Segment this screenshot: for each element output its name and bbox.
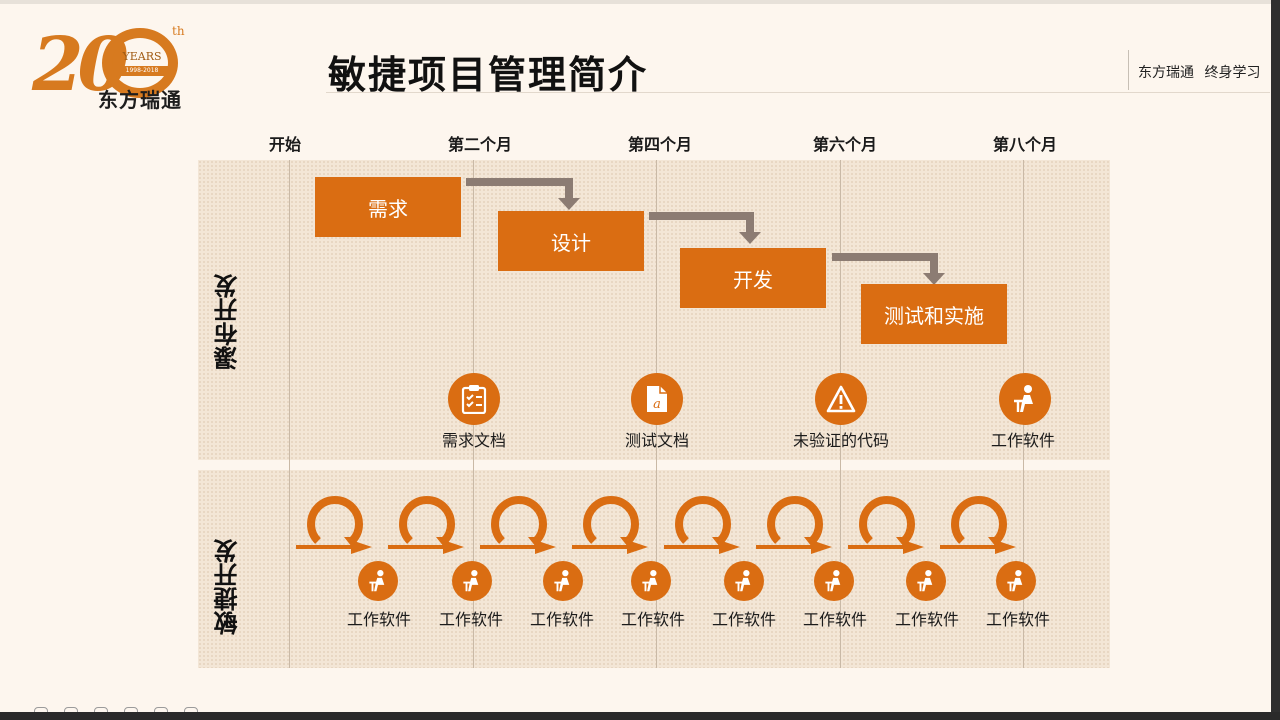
company-tagline: 东方瑞通 终身学习	[1138, 65, 1261, 81]
person-at-desk-icon	[814, 561, 854, 601]
person-at-desk-icon	[999, 373, 1051, 425]
window-edge-bottom	[0, 712, 1280, 720]
iteration-label: 工作软件	[985, 610, 1051, 629]
iteration-label: 工作软件	[438, 610, 504, 629]
month-label: 第四个月	[627, 135, 693, 154]
artifact-label: 未验证的代码	[792, 431, 890, 450]
logo-year-range: 1998-2018	[114, 66, 170, 76]
phase-box-requirements: 需求	[315, 177, 461, 237]
clipboard-checklist-icon	[448, 373, 500, 425]
warning-triangle-icon	[815, 373, 867, 425]
iteration-label: 工作软件	[346, 610, 412, 629]
company-logo: 20 YEARS 1998-2018 th 东方瑞通	[22, 22, 232, 112]
month-label: 第六个月	[812, 135, 878, 154]
month-label: 第二个月	[447, 135, 513, 154]
artifact-label: 工作软件	[990, 431, 1056, 450]
window-edge-right	[1271, 0, 1280, 720]
iteration-label: 工作软件	[802, 610, 868, 629]
page-title: 敏捷项目管理简介	[328, 52, 649, 97]
person-at-desk-icon	[358, 561, 398, 601]
artifact-label: 测试文档	[624, 431, 690, 450]
artifact-label: 需求文档	[441, 431, 507, 450]
logo-brand: 东方瑞通	[98, 88, 182, 112]
iteration-label: 工作软件	[529, 610, 595, 629]
person-at-desk-icon	[631, 561, 671, 601]
person-at-desk-icon	[543, 561, 583, 601]
document-icon: a	[631, 373, 683, 425]
person-at-desk-icon	[452, 561, 492, 601]
header-divider	[1128, 50, 1129, 90]
iteration-label: 工作软件	[894, 610, 960, 629]
person-at-desk-icon	[906, 561, 946, 601]
svg-text:a: a	[653, 397, 661, 412]
phase-box-development: 开发	[680, 248, 826, 308]
logo-years: YEARS	[122, 50, 162, 63]
month-label: 开始	[268, 135, 302, 154]
waterfall-lane-label: 瀑布开发	[214, 274, 242, 370]
phase-box-testing: 测试和实施	[861, 284, 1007, 344]
month-label: 第八个月	[992, 135, 1058, 154]
person-at-desk-icon	[996, 561, 1036, 601]
iteration-label: 工作软件	[711, 610, 777, 629]
iteration-label: 工作软件	[620, 610, 686, 629]
person-at-desk-icon	[724, 561, 764, 601]
agile-lane-label: 敏捷开发	[214, 539, 242, 635]
phase-box-design: 设计	[498, 211, 644, 271]
header-rule	[326, 92, 1270, 93]
top-border	[0, 0, 1280, 4]
timeline-gridline	[289, 160, 290, 668]
logo-suffix: th	[172, 24, 185, 38]
